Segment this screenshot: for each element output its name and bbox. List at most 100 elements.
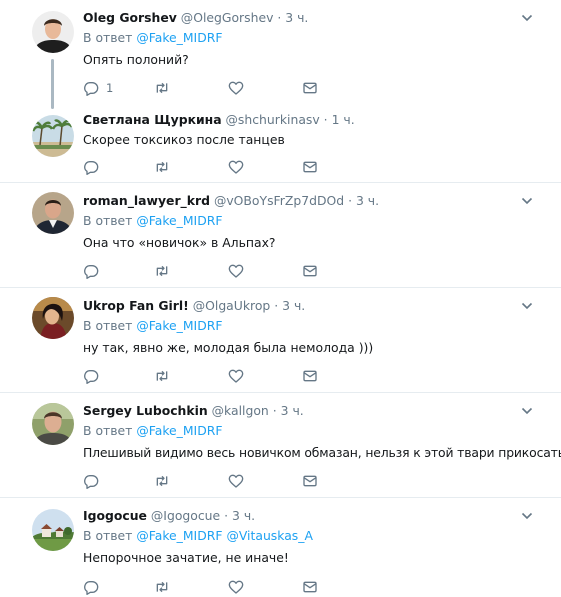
like-button[interactable] (228, 367, 244, 385)
direct-message-icon (303, 581, 317, 593)
tweet-timestamp[interactable]: 1 ч. (332, 112, 355, 127)
tweet-header: roman_lawyer_krd @vOBoYsFrZp7dDOd · 3 ч. (83, 193, 379, 209)
reply-context: В ответ @Fake_MIDRF (83, 318, 223, 334)
tweet[interactable]: Oleg Gorshev @OlegGorshev · 3 ч. В ответ… (0, 0, 561, 109)
mention-link[interactable]: @Fake_MIDRF (136, 423, 222, 438)
direct-message-button[interactable] (302, 79, 318, 97)
reply-button[interactable] (83, 578, 99, 596)
author-handle[interactable]: @OlgaUkrop (193, 298, 271, 313)
reply-context: В ответ @Fake_MIDRF @Vitauskas_A (83, 528, 313, 544)
reply-icon (84, 82, 99, 96)
tweet[interactable]: Светлана Щуркина @shchurkinasv · 1 ч. Ск… (0, 108, 561, 181)
mention-link[interactable]: @Fake_MIDRF (136, 318, 222, 333)
direct-message-button[interactable] (302, 367, 318, 385)
author-handle[interactable]: @shchurkinasv (226, 112, 320, 127)
reply-context: В ответ @Fake_MIDRF (83, 30, 223, 46)
reply-count: 1 (106, 81, 114, 95)
mention-link[interactable]: @Fake_MIDRF (136, 528, 222, 543)
like-icon (228, 160, 244, 174)
direct-message-icon (303, 370, 317, 382)
tweet[interactable]: Sergey Lubochkin @kallgon · 3 ч. В ответ… (0, 393, 561, 497)
tweet-header: Светлана Щуркина @shchurkinasv · 1 ч. (83, 112, 355, 128)
author-handle[interactable]: @Igogocue (151, 508, 220, 523)
reply-button[interactable] (83, 367, 99, 385)
like-button[interactable] (228, 262, 244, 280)
direct-message-button[interactable] (302, 472, 318, 490)
reply-button[interactable] (83, 262, 99, 280)
direct-message-button[interactable] (302, 578, 318, 596)
avatar[interactable] (32, 297, 74, 339)
reply-context: В ответ @Fake_MIDRF (83, 213, 223, 229)
reply-button[interactable]: 1 (83, 79, 113, 97)
retweet-button[interactable] (154, 79, 170, 97)
separator-dot: · (348, 193, 353, 208)
mention-link[interactable]: @Fake_MIDRF (136, 213, 222, 228)
direct-message-button[interactable] (302, 262, 318, 280)
reply-button[interactable] (83, 472, 99, 490)
avatar[interactable] (32, 11, 74, 53)
tweet[interactable]: roman_lawyer_krd @vOBoYsFrZp7dDOd · 3 ч.… (0, 183, 561, 287)
tweet-header: Sergey Lubochkin @kallgon · 3 ч. (83, 403, 304, 419)
tweet-timestamp[interactable]: 3 ч. (232, 508, 255, 523)
author-handle[interactable]: @vOBoYsFrZp7dDOd (214, 193, 344, 208)
reply-button[interactable] (83, 158, 99, 176)
tweet-text: Скорее токсикоз после танцев (83, 132, 285, 147)
like-button[interactable] (228, 79, 244, 97)
author-name[interactable]: Igogocue (83, 508, 147, 523)
separator-dot: · (274, 298, 279, 313)
retweet-icon (156, 161, 168, 173)
tweet[interactable]: Ukrop Fan Girl! @OlgaUkrop · 3 ч. В отве… (0, 288, 561, 392)
author-name[interactable]: Светлана Щуркина (83, 112, 222, 127)
like-button[interactable] (228, 158, 244, 176)
direct-message-icon (303, 82, 317, 94)
retweet-icon (156, 265, 168, 277)
like-icon (228, 369, 244, 383)
author-name[interactable]: Oleg Gorshev (83, 10, 177, 25)
like-icon (228, 81, 244, 95)
chevron-down-icon[interactable] (521, 300, 533, 312)
thread-line (51, 59, 54, 109)
avatar[interactable] (32, 403, 74, 445)
reply-prefix: В ответ (83, 318, 133, 333)
tweet[interactable]: Igogocue @Igogocue · 3 ч. В ответ @Fake_… (0, 498, 561, 597)
tweet-timestamp[interactable]: 3 ч. (285, 10, 308, 25)
like-button[interactable] (228, 472, 244, 490)
tweet-actions (83, 472, 323, 490)
tweet-header: Igogocue @Igogocue · 3 ч. (83, 508, 255, 524)
chevron-down-icon[interactable] (521, 510, 533, 522)
author-handle[interactable]: @kallgon (212, 403, 269, 418)
author-name[interactable]: Ukrop Fan Girl! (83, 298, 189, 313)
reply-icon (84, 475, 99, 489)
avatar[interactable] (32, 192, 74, 234)
mention-link[interactable]: @Fake_MIDRF (136, 30, 222, 45)
reply-prefix: В ответ (83, 528, 133, 543)
like-button[interactable] (228, 578, 244, 596)
retweet-icon (156, 475, 168, 487)
separator-dot: · (272, 403, 277, 418)
tweet-actions (83, 578, 323, 596)
author-handle[interactable]: @OlegGorshev (181, 10, 274, 25)
author-name[interactable]: Sergey Lubochkin (83, 403, 208, 418)
tweet-timestamp[interactable]: 3 ч. (356, 193, 379, 208)
author-name[interactable]: roman_lawyer_krd (83, 193, 210, 208)
tweet-timestamp[interactable]: 3 ч. (282, 298, 305, 313)
avatar[interactable] (32, 509, 74, 551)
tweet-timestamp[interactable]: 3 ч. (281, 403, 304, 418)
chevron-down-icon[interactable] (521, 195, 533, 207)
retweet-button[interactable] (154, 367, 170, 385)
reply-prefix: В ответ (83, 30, 133, 45)
like-icon (228, 580, 244, 594)
retweet-button[interactable] (154, 578, 170, 596)
mention-link[interactable]: @Vitauskas_A (226, 528, 312, 543)
chevron-down-icon[interactable] (521, 12, 533, 24)
retweet-button[interactable] (154, 262, 170, 280)
retweet-button[interactable] (154, 158, 170, 176)
direct-message-button[interactable] (302, 158, 318, 176)
retweet-button[interactable] (154, 472, 170, 490)
tweet-text: Она что «новичок» в Альпах? (83, 235, 276, 250)
avatar[interactable] (32, 115, 74, 157)
direct-message-icon (303, 265, 317, 277)
direct-message-icon (303, 475, 317, 487)
chevron-down-icon[interactable] (521, 405, 533, 417)
tweet-text: Плешивый видимо весь новичком обмазан, н… (83, 445, 561, 460)
